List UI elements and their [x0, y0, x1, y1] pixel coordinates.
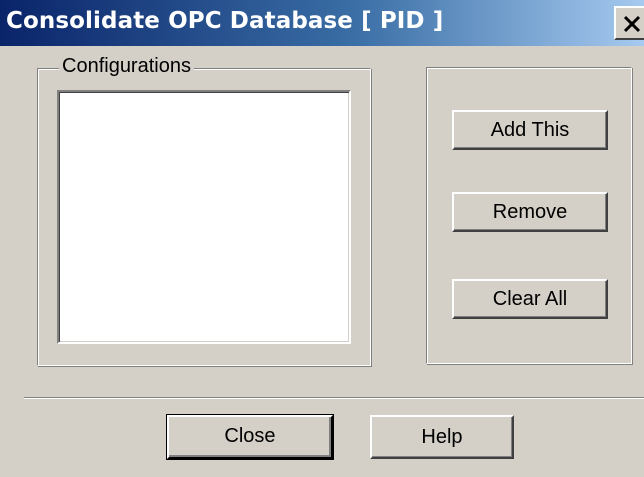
- help-button-label: Help: [421, 426, 463, 448]
- add-this-button[interactable]: Add This: [452, 110, 608, 150]
- configurations-group-label: Configurations: [59, 55, 194, 78]
- configurations-listbox[interactable]: [57, 90, 351, 344]
- title-bar[interactable]: Consolidate OPC Database [ PID ]: [0, 0, 644, 46]
- close-window-button[interactable]: [614, 6, 644, 40]
- close-button-label: Close: [224, 425, 276, 447]
- close-icon: [623, 15, 641, 33]
- footer-separator: [24, 397, 644, 399]
- remove-button-label: Remove: [492, 201, 568, 223]
- clear-all-button-label: Clear All: [492, 288, 568, 310]
- clear-all-button[interactable]: Clear All: [452, 279, 608, 319]
- help-button[interactable]: Help: [370, 415, 514, 459]
- add-this-button-label: Add This: [490, 119, 570, 141]
- dialog-window: Consolidate OPC Database [ PID ] Configu…: [0, 0, 644, 477]
- window-title: Consolidate OPC Database [ PID ]: [6, 8, 444, 34]
- close-button[interactable]: Close: [166, 414, 334, 460]
- remove-button[interactable]: Remove: [452, 192, 608, 232]
